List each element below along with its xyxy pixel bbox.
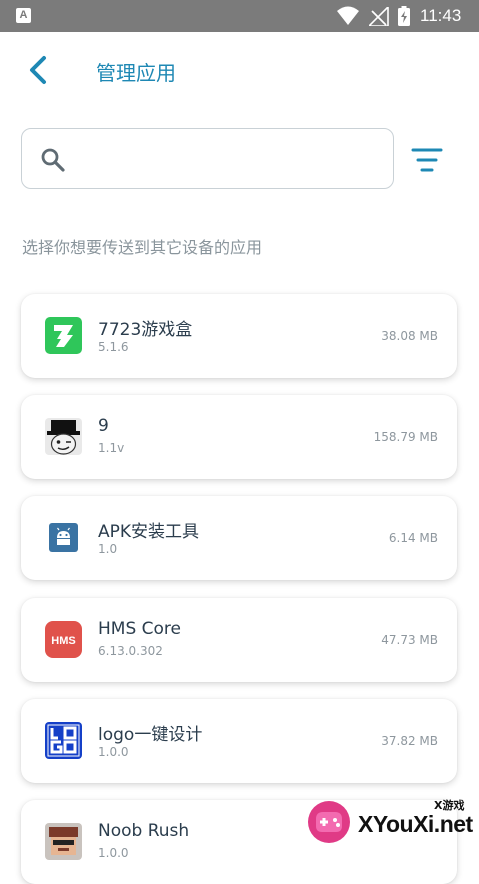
notification-a-icon: A: [16, 8, 31, 23]
app-version: 1.0: [98, 542, 118, 556]
status-bar: A 11:43: [0, 0, 479, 32]
watermark: X游戏 XYouXi.net: [300, 795, 479, 853]
logo-design-icon: [45, 722, 82, 759]
wifi-icon: [337, 6, 359, 25]
battery-charging-icon: [398, 6, 410, 26]
app-size: 47.73 MB: [381, 633, 438, 647]
app-version: 6.13.0.302: [98, 644, 163, 658]
app-size: 37.82 MB: [381, 734, 438, 748]
instruction-text: 选择你想要传送到其它设备的应用: [22, 238, 263, 257]
app-name: APK安装工具: [98, 522, 200, 542]
app-name: Noob Rush: [98, 821, 190, 841]
7723-icon: [45, 317, 82, 354]
back-button[interactable]: [20, 52, 56, 88]
app-name: 9: [98, 416, 109, 436]
noob-rush-icon: [45, 823, 82, 860]
top-hat-face-icon: [45, 418, 82, 455]
app-card-9[interactable]: 9 1.1v 158.79 MB: [21, 395, 457, 479]
app-name: logo一键设计: [98, 725, 203, 745]
app-size: 38.08 MB: [381, 329, 438, 343]
app-card-apk-installer[interactable]: APK安装工具 1.0 6.14 MB: [21, 496, 457, 580]
app-card-logo-design[interactable]: logo一键设计 1.0.0 37.82 MB: [21, 699, 457, 783]
hms-icon: HMS: [45, 621, 82, 658]
app-name: HMS Core: [98, 619, 181, 639]
search-input[interactable]: [78, 141, 382, 179]
search-icon: [41, 148, 65, 172]
page-title: 管理应用: [96, 61, 176, 85]
watermark-text: XYouXi.net: [358, 811, 473, 837]
no-signal-icon: [369, 7, 389, 26]
app-version: 1.0.0: [98, 846, 129, 860]
chevron-left-icon: [30, 56, 46, 84]
app-size: 158.79 MB: [373, 430, 438, 444]
app-version: 1.1v: [98, 441, 125, 455]
android-installer-icon: [45, 519, 82, 556]
app-card-7723[interactable]: 7723游戏盒 5.1.6 38.08 MB: [21, 294, 457, 378]
svg-text:HMS: HMS: [51, 635, 75, 647]
app-card-hms-core[interactable]: HMS HMS Core 6.13.0.302 47.73 MB: [21, 598, 457, 682]
gamepad-logo-icon: [308, 801, 350, 843]
filter-button[interactable]: [410, 146, 444, 176]
search-box[interactable]: [21, 128, 394, 189]
filter-icon: [411, 148, 443, 172]
app-version: 1.0.0: [98, 745, 129, 759]
app-name: 7723游戏盒: [98, 320, 193, 340]
app-version: 5.1.6: [98, 340, 129, 354]
status-time: 11:43: [420, 6, 462, 25]
app-size: 6.14 MB: [388, 531, 438, 545]
